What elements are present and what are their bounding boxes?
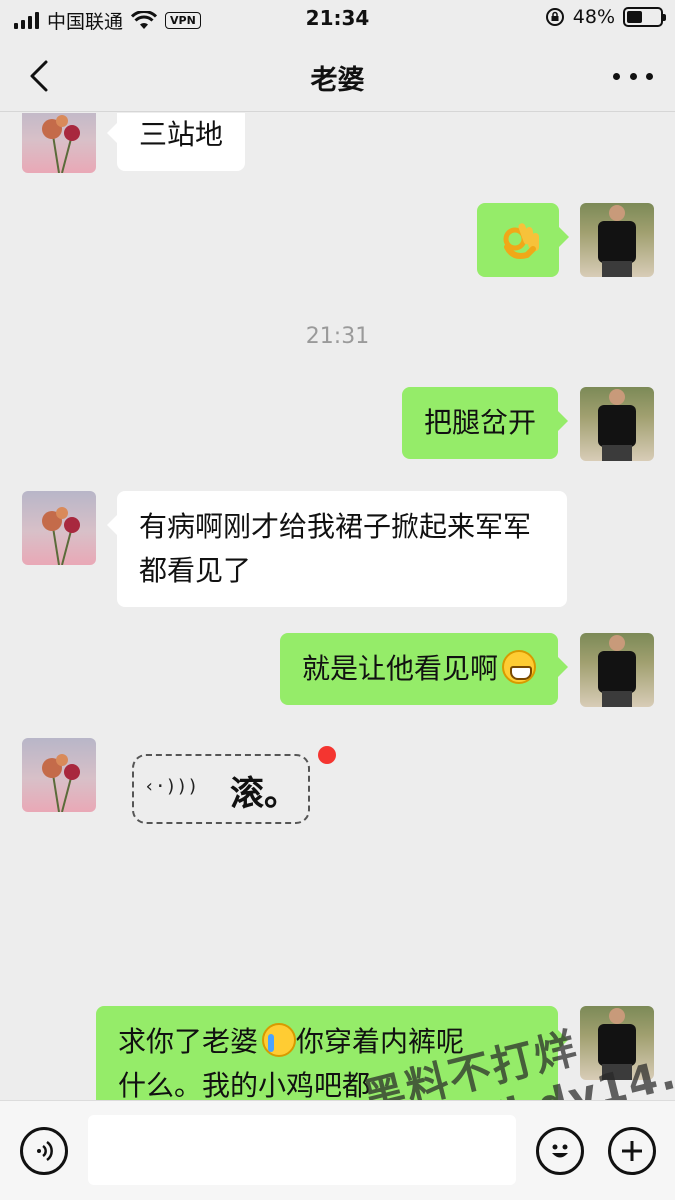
- more-functions-button[interactable]: [608, 1127, 656, 1175]
- message-text: 三站地: [139, 118, 224, 151]
- message-text: 把腿岔开: [423, 406, 536, 439]
- nav-bar: 老婆: [0, 40, 675, 112]
- voice-input-button[interactable]: [20, 1127, 68, 1175]
- man-picture: [598, 205, 636, 277]
- message-text-part: 你穿着内裤呢: [296, 1025, 465, 1058]
- message-input[interactable]: [88, 1115, 516, 1185]
- message-sent: 求你了老婆 你穿着内裤呢什么。我的小鸡吧都: [0, 1006, 675, 1100]
- message-text: 有病啊刚才给我裙子掀起来军军都看见了: [139, 510, 532, 587]
- message-text: 就是让他看见啊: [301, 652, 498, 685]
- voice-wave-icon: ‹·))): [144, 776, 199, 797]
- message-bubble[interactable]: 三站地: [106, 113, 246, 171]
- time-divider: 21:31: [305, 324, 370, 349]
- message-bubble[interactable]: 求你了老婆 你穿着内裤呢什么。我的小鸡吧都: [96, 1006, 568, 1100]
- message-sent: [0, 203, 675, 277]
- message-received: 有病啊刚才给我裙子掀起来军军都看见了: [0, 491, 675, 607]
- my-avatar[interactable]: [580, 387, 654, 461]
- flower-picture: [42, 507, 80, 565]
- contact-avatar[interactable]: [22, 491, 96, 565]
- my-avatar[interactable]: [580, 1006, 654, 1080]
- smiley-icon: [552, 1144, 568, 1158]
- my-avatar[interactable]: [580, 203, 654, 277]
- flower-picture: [42, 115, 80, 173]
- message-text-part: 什么。我的小鸡吧都: [118, 1069, 371, 1100]
- chat-title: 老婆: [310, 65, 365, 96]
- man-picture: [598, 635, 636, 707]
- message-received: 三站地: [0, 113, 675, 173]
- battery-fill: [627, 11, 643, 23]
- plus-icon: [622, 1141, 642, 1161]
- input-bar: [0, 1100, 675, 1200]
- message-bubble[interactable]: 把腿岔开: [401, 387, 569, 459]
- status-bar: 中国联通 VPN 21:34 48%: [0, 0, 675, 36]
- voice-text: 滚。: [230, 774, 298, 814]
- flower-picture: [42, 754, 80, 812]
- message-received: ‹·))) 滚。: [0, 738, 675, 828]
- chat-messages[interactable]: 三站地 21:31 把腿岔开 有病啊刚才给我裙子掀起来军军都看见了 就是让他看见…: [0, 113, 675, 1100]
- my-avatar[interactable]: [580, 633, 654, 707]
- more-options-icon[interactable]: [613, 64, 653, 88]
- message-bubble[interactable]: 有病啊刚才给我裙子掀起来军军都看见了: [107, 491, 567, 607]
- man-picture: [598, 1008, 636, 1080]
- ok-hand-emoji-icon: [503, 223, 539, 259]
- message-sent: 就是让他看见啊: [0, 633, 675, 707]
- message-sent: 把腿岔开: [0, 387, 675, 461]
- contact-avatar[interactable]: [22, 738, 96, 812]
- crying-emoji-icon: [262, 1023, 297, 1057]
- voice-message-bubble[interactable]: ‹·))) 滚。: [132, 754, 310, 824]
- battery-icon: [623, 7, 666, 27]
- message-bubble[interactable]: [477, 203, 569, 277]
- contact-avatar[interactable]: [22, 113, 96, 173]
- message-bubble[interactable]: 就是让他看见啊: [279, 633, 569, 705]
- battery-percent: 48%: [572, 6, 615, 28]
- man-picture: [598, 389, 636, 461]
- grin-emoji-icon: [502, 650, 536, 684]
- unread-dot: [318, 746, 336, 764]
- emoji-button[interactable]: [536, 1127, 584, 1175]
- voice-icon: [37, 1140, 53, 1162]
- status-right: 48%: [545, 6, 666, 28]
- message-text-part: 求你了老婆: [118, 1025, 259, 1058]
- rotation-lock-icon: [545, 8, 564, 26]
